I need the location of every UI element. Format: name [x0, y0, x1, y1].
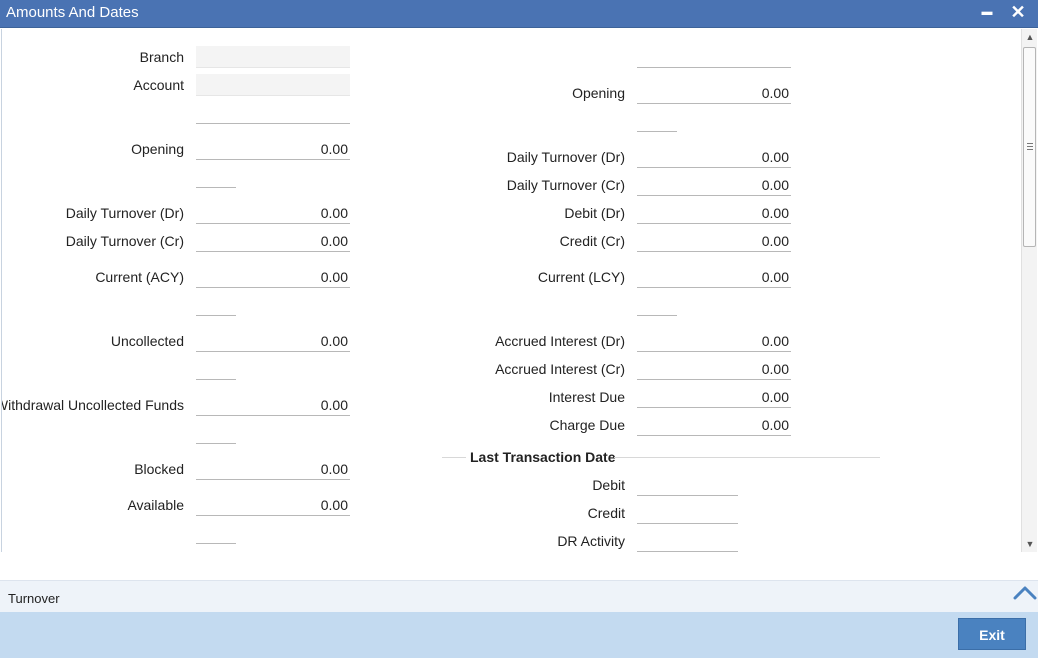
debit-dr-field[interactable]: 0.00	[637, 202, 791, 224]
dr-activity-label: DR Activity	[557, 533, 625, 549]
credit-cr-label: Credit (Cr)	[559, 233, 625, 249]
footer-bar: Exit	[0, 612, 1038, 658]
withdrawal-indicator-field[interactable]	[196, 422, 236, 444]
section-divider-left	[442, 457, 466, 458]
interest-due-label: Interest Due	[548, 389, 625, 405]
withdrawal-uncollected-label: Withdrawal Uncollected Funds	[1, 397, 184, 413]
current-acy-label: Current (ACY)	[95, 269, 184, 285]
branch-label: Branch	[139, 49, 184, 65]
right-daily-cr-label: Daily Turnover (Cr)	[506, 177, 625, 193]
account-field[interactable]	[196, 74, 350, 96]
last-debit-field[interactable]	[637, 474, 738, 496]
minimize-icon[interactable]: ▬	[977, 1, 997, 23]
last-credit-field[interactable]	[637, 502, 738, 524]
debit-dr-label: Debit (Dr)	[564, 205, 625, 221]
uncollected-label: Uncollected	[110, 333, 184, 349]
uncollected-field[interactable]: 0.00	[196, 330, 350, 352]
available-label: Available	[127, 497, 184, 513]
branch-field[interactable]	[196, 46, 350, 68]
scroll-down-arrow-icon[interactable]: ▼	[1022, 536, 1038, 552]
interest-due-field[interactable]: 0.00	[637, 386, 791, 408]
currency-field[interactable]	[196, 102, 350, 124]
available-field[interactable]: 0.00	[196, 494, 350, 516]
current-lcy-indicator-field[interactable]	[637, 294, 677, 316]
uncollected-indicator-field[interactable]	[196, 358, 236, 380]
account-label: Account	[133, 77, 184, 93]
withdrawal-uncollected-field[interactable]: 0.00	[196, 394, 350, 416]
credit-cr-field[interactable]: 0.00	[637, 230, 791, 252]
chevron-up-icon[interactable]	[1012, 583, 1038, 605]
last-credit-label: Credit	[587, 505, 625, 521]
right-currency-field[interactable]	[637, 46, 791, 68]
current-acy-field[interactable]: 0.00	[196, 266, 350, 288]
available-indicator-field[interactable]	[196, 522, 236, 544]
last-transaction-date-header: Last Transaction Date	[470, 449, 616, 465]
right-daily-dr-field[interactable]: 0.00	[637, 146, 791, 168]
right-daily-cr-field[interactable]: 0.00	[637, 174, 791, 196]
content-panel: Branch Account Opening 0.00 Daily Turnov…	[1, 29, 1021, 552]
window-title: Amounts And Dates	[6, 4, 139, 21]
left-daily-cr-label: Daily Turnover (Cr)	[65, 233, 184, 249]
close-icon[interactable]: ✕	[1008, 1, 1028, 23]
exit-button[interactable]: Exit	[958, 618, 1026, 650]
section-divider-right	[614, 457, 880, 458]
left-opening-label: Opening	[131, 141, 184, 157]
right-opening-label: Opening	[572, 85, 625, 101]
blocked-label: Blocked	[134, 461, 184, 477]
turnover-bar[interactable]: Turnover	[0, 580, 1038, 612]
scroll-up-arrow-icon[interactable]: ▲	[1022, 29, 1038, 45]
charge-due-field[interactable]: 0.00	[637, 414, 791, 436]
left-opening-field[interactable]: 0.00	[196, 138, 350, 160]
left-opening-indicator-field[interactable]	[196, 166, 236, 188]
accrued-interest-dr-label: Accrued Interest (Dr)	[495, 333, 625, 349]
current-lcy-label: Current (LCY)	[537, 269, 625, 285]
vertical-scrollbar[interactable]: ▲ ▼	[1021, 29, 1037, 552]
blocked-field[interactable]: 0.00	[196, 458, 350, 480]
accrued-interest-cr-label: Accrued Interest (Cr)	[495, 361, 625, 377]
right-daily-dr-label: Daily Turnover (Dr)	[506, 149, 625, 165]
accrued-interest-dr-field[interactable]: 0.00	[637, 330, 791, 352]
left-daily-dr-field[interactable]: 0.00	[196, 202, 350, 224]
turnover-label: Turnover	[8, 591, 60, 606]
right-opening-indicator-field[interactable]	[637, 110, 677, 132]
left-daily-dr-label: Daily Turnover (Dr)	[65, 205, 184, 221]
accrued-interest-cr-field[interactable]: 0.00	[637, 358, 791, 380]
scrollbar-thumb[interactable]	[1023, 47, 1036, 247]
right-opening-field[interactable]: 0.00	[637, 82, 791, 104]
left-daily-cr-field[interactable]: 0.00	[196, 230, 350, 252]
last-debit-label: Debit	[592, 477, 625, 493]
window-titlebar: Amounts And Dates ▬ ✕	[0, 0, 1038, 28]
current-acy-indicator-field[interactable]	[196, 294, 236, 316]
current-lcy-field[interactable]: 0.00	[637, 266, 791, 288]
dr-activity-field[interactable]	[637, 530, 738, 552]
charge-due-label: Charge Due	[549, 417, 626, 433]
